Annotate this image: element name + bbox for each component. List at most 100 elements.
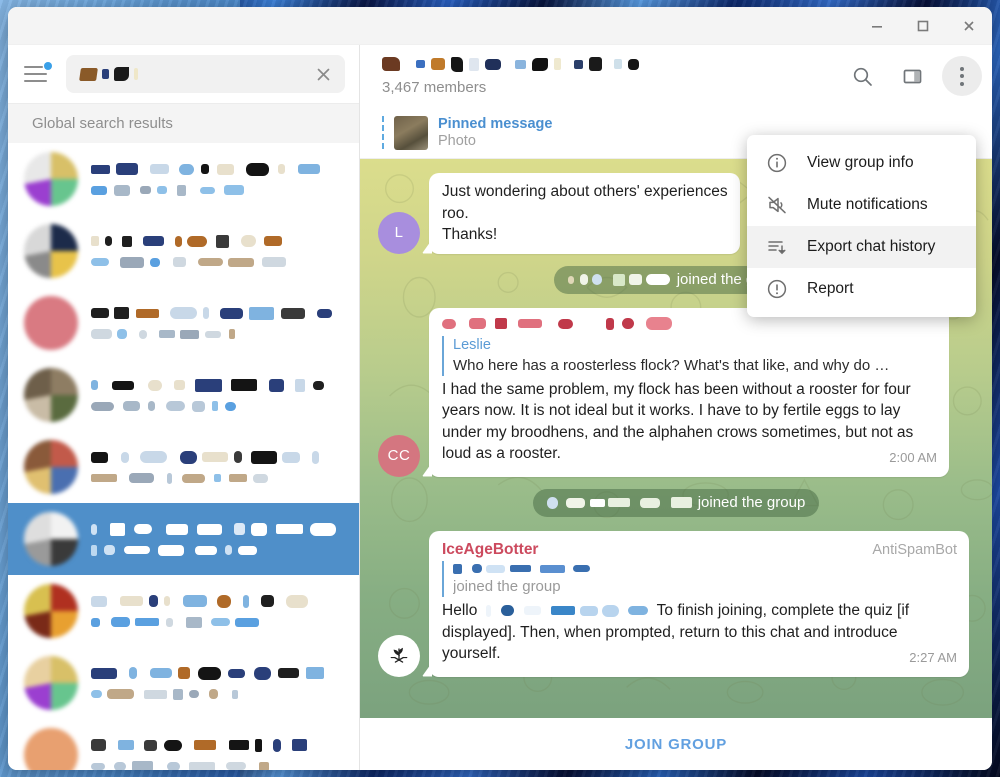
chat-list-item-preview [91,400,345,412]
chat-list-item-title [91,234,345,248]
chat-list-item-preview [91,184,345,196]
message-sender-row: IceAgeBotter AntiSpamBot [442,539,957,562]
chat-list-item-text [91,378,345,412]
chat-list-item-preview [91,544,345,556]
chat-list-item[interactable] [8,503,359,575]
avatar-initials: L [394,224,404,241]
menu-item-export-chat-history[interactable]: Export chat history [747,226,976,268]
menu-item-view-group-info[interactable]: View group info [747,142,976,184]
unread-badge-dot [44,62,52,70]
avatar [24,368,78,422]
window-titlebar [8,7,992,45]
join-group-button[interactable]: JOIN GROUP [625,736,727,753]
chat-list-item[interactable] [8,287,359,359]
chat-list-item[interactable] [8,143,359,215]
pinned-indicator [382,115,384,150]
menu-item-label: Mute notifications [807,196,928,213]
chat-list-item-preview [91,472,345,484]
reply-quote[interactable]: joined the group [442,561,957,597]
message-line: Thanks! [442,226,498,243]
service-message-text: joined the group [697,493,806,511]
pinned-title: Pinned message [438,116,553,132]
reply-text: joined the group [453,578,561,595]
search-input-value [79,65,301,83]
more-vertical-icon[interactable] [942,56,982,96]
chat-list-item[interactable] [8,719,359,770]
chat-panel: 3,467 members Pinned message Photo L Jus… [360,45,992,770]
context-menu[interactable]: View group info Mute notifications Expor… [747,135,976,317]
avatar [24,728,78,770]
chat-header: 3,467 members [360,45,992,107]
chat-list-item[interactable] [8,647,359,719]
close-button[interactable] [946,9,992,43]
service-message: joined the group [378,488,974,517]
info-circle-icon [765,151,789,175]
chat-list-item-title [91,666,345,680]
chat-list-item-text [91,738,345,770]
bot-badge: AntiSpamBot [872,541,957,558]
menu-item-label: Report [807,280,854,297]
avatar [24,584,78,638]
split-view-icon[interactable] [892,56,932,96]
avatar[interactable]: CC [378,434,420,477]
service-message-user-redacted [546,496,693,509]
report-exclamation-icon [765,277,789,301]
message-bubble[interactable]: Just wondering about others' experiences… [429,173,740,254]
chat-list-item[interactable] [8,359,359,431]
join-group-bar[interactable]: JOIN GROUP [360,718,992,770]
minimize-button[interactable] [854,9,900,43]
avatar[interactable] [378,634,420,677]
mute-icon [765,193,789,217]
avatar [24,152,78,206]
search-icon[interactable] [842,56,882,96]
chat-list-item[interactable] [8,215,359,287]
chat-title-block: 3,467 members [382,56,832,96]
chat-list-item-preview [91,616,345,628]
chat-list-item-title [91,378,345,392]
message-time: 2:00 AM [889,450,937,465]
reply-text: Who here has a roosterless flock? What's… [453,356,890,374]
message-bubble[interactable]: Leslie Who here has a roosterless flock?… [429,307,949,477]
clear-search-icon[interactable] [307,58,339,90]
chat-list-item[interactable] [8,431,359,503]
menu-item-mute-notifications[interactable]: Mute notifications [747,184,976,226]
menu-item-label: Export chat history [807,238,936,255]
message-line: Just wondering about others' experiences [442,183,728,200]
search-input[interactable] [66,55,345,93]
message-time: 2:27 AM [909,650,957,665]
reply-author-redacted [453,561,957,576]
maximize-button[interactable] [900,9,946,43]
chat-list[interactable] [8,143,359,770]
service-message-pill: joined the group [532,488,820,517]
avatar[interactable]: L [378,211,420,254]
menu-item-label: View group info [807,154,914,171]
sidebar-search-row [8,45,359,103]
avatar [24,440,78,494]
sidebar: Global search results [8,45,360,770]
menu-item-report[interactable]: Report [747,268,976,310]
message-row: CC Leslie Who here has a roosterless flo… [378,307,974,477]
message-bubble[interactable]: IceAgeBotter AntiSpamBot joined the grou… [429,530,969,677]
chat-list-item[interactable] [8,575,359,647]
chat-list-item-title [91,522,345,536]
hamburger-menu-icon[interactable] [24,62,54,86]
chat-list-item-title [91,594,345,608]
chat-list-item-text [91,234,345,268]
chat-list-item-text [91,666,345,700]
chat-list-item-text [91,162,345,196]
chat-list-item-title [91,450,345,464]
chat-list-item-title [91,738,345,752]
reply-author-name: Leslie [453,336,491,353]
global-search-results-header: Global search results [8,103,359,143]
message-body-redacted [485,604,649,617]
message-sender-name: IceAgeBotter [442,540,539,558]
chat-list-item-text [91,450,345,484]
avatar [24,512,78,566]
message-top-redacted [442,316,937,332]
chat-list-item-text [91,522,345,556]
chat-list-item-text [91,594,345,628]
reply-quote[interactable]: Leslie Who here has a roosterless flock?… [442,335,937,376]
message-line: roo. [442,204,469,222]
chat-list-item-preview [91,329,345,340]
avatar [24,296,78,350]
